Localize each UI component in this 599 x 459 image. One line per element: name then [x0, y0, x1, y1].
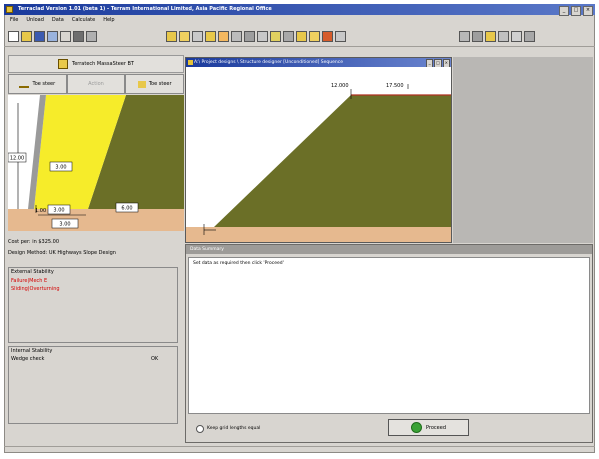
tab-action[interactable]: Action: [66, 74, 126, 94]
wedge-check-value: OK: [151, 356, 159, 362]
tab-toe-steer-1[interactable]: Toe steer: [8, 74, 67, 94]
drawing-window-title: A:\ Project designs \ Structure designer…: [186, 58, 451, 67]
svg-text:12.00: 12.00: [10, 156, 24, 162]
open-folder-icon[interactable]: [21, 31, 32, 42]
design-method-info: Design Method: UK Highways Slope Design: [8, 250, 116, 256]
app-icon: [6, 6, 13, 13]
section-drawing: 12.00 3.00 3.00 3.00 6.00 1.00: [8, 95, 184, 231]
save-icon[interactable]: [34, 31, 45, 42]
wall-icon[interactable]: [166, 31, 177, 42]
slope-icon: [19, 80, 30, 88]
keep-grid-equal-option[interactable]: Keep grid lengths equal: [196, 424, 260, 433]
layer-icon[interactable]: [205, 31, 216, 42]
arrow-icon[interactable]: [244, 31, 255, 42]
menu-help[interactable]: Help: [103, 15, 114, 25]
facing-icon[interactable]: [309, 31, 320, 42]
dim-bottom-left: 1.00: [35, 208, 46, 214]
measure-icon[interactable]: [231, 31, 242, 42]
status-bar: [4, 446, 595, 453]
tab-toe-steer-1-label: Toe steer: [32, 81, 56, 87]
external-line-1: Failure|Mech E: [11, 278, 48, 284]
wedge-check-label: Wedge check: [11, 356, 45, 362]
print-icon[interactable]: [60, 31, 71, 42]
preview-icon[interactable]: [73, 31, 84, 42]
menu-unload[interactable]: Unload: [26, 15, 44, 25]
tab-toe-steer-2[interactable]: Toe steer: [125, 74, 185, 94]
external-line-2: Sliding|Overturning: [11, 286, 60, 292]
drawing-window-controls: _ □ ×: [426, 59, 450, 68]
dim-mid: 3.00: [47, 204, 71, 215]
grid-icon[interactable]: [192, 31, 203, 42]
internal-stability-title: Internal Stability: [11, 348, 53, 354]
reinforcement-icon[interactable]: [296, 31, 307, 42]
proceed-button[interactable]: Proceed: [388, 419, 469, 436]
tab-action-label: Action: [88, 81, 104, 87]
dim-left-label: 12.000: [331, 83, 349, 89]
toolbar: [4, 25, 595, 47]
steer-icon: [137, 80, 146, 88]
menu-bar: File Unload Data Calculate Help: [4, 15, 595, 25]
left-tab-strip: Toe steer Action Toe steer: [8, 74, 185, 94]
green-light-icon: [410, 422, 422, 433]
calc-icon[interactable]: [459, 31, 470, 42]
steer-icon: [58, 59, 68, 69]
soil-icon[interactable]: [283, 31, 294, 42]
water-icon[interactable]: [257, 31, 268, 42]
foundation-layer: [186, 227, 451, 242]
slope-canvas[interactable]: 12.000 17.500: [186, 67, 451, 242]
tab-toe-steer-2-label: Toe steer: [148, 81, 172, 87]
svg-text:6.00: 6.00: [121, 206, 132, 212]
message-text: Set data as required then click 'Proceed…: [188, 257, 590, 414]
massasteer-label: Terratech MassaSteer BT: [72, 61, 134, 67]
graph-icon[interactable]: [511, 31, 522, 42]
window-title-bar: Terraclad Version 1.01 (beta 1) - Terram…: [4, 4, 595, 15]
dim-height: 12.00: [8, 152, 27, 163]
radio-button[interactable]: [196, 424, 204, 433]
massasteer-button[interactable]: Terratech MassaSteer BT: [8, 55, 184, 73]
table-icon[interactable]: [498, 31, 509, 42]
external-stability-title: External Stability: [11, 269, 54, 275]
document-icon: [188, 60, 193, 65]
proceed-label: Proceed: [425, 424, 446, 431]
new-file-icon[interactable]: [8, 31, 19, 42]
surcharge-icon[interactable]: [335, 31, 346, 42]
cost-info: Cost per: in $325.00: [8, 239, 60, 245]
external-stability-box: External Stability Failure|Mech E Slidin…: [8, 267, 178, 343]
svg-text:3.00: 3.00: [55, 165, 66, 171]
chart-icon[interactable]: [485, 31, 496, 42]
dim-right-label: 17.500: [386, 83, 404, 89]
svg-text:3.00: 3.00: [59, 222, 70, 228]
help-icon[interactable]: [524, 31, 535, 42]
svg-text:3.00: 3.00: [53, 208, 64, 214]
block-icon[interactable]: [179, 31, 190, 42]
menu-data[interactable]: Data: [52, 15, 64, 25]
workspace-background: [453, 57, 593, 243]
window-controls: _ □ ×: [559, 6, 593, 16]
dim-left-top: 3.00: [49, 161, 73, 172]
slope-icon[interactable]: [218, 31, 229, 42]
dim-bottom-right: 3.00: [51, 218, 79, 229]
copy-icon[interactable]: [47, 31, 58, 42]
seismic-icon[interactable]: [322, 31, 333, 42]
export-icon[interactable]: [86, 31, 97, 42]
menu-calculate[interactable]: Calculate: [72, 15, 95, 25]
load-icon[interactable]: [270, 31, 281, 42]
message-window-title: Data Summary: [186, 245, 592, 254]
dim-right: 6.00: [115, 202, 139, 213]
report-icon[interactable]: [472, 31, 483, 42]
keep-grid-equal-label: Keep grid lengths equal: [207, 426, 261, 431]
menu-file[interactable]: File: [10, 15, 18, 25]
internal-stability-box: Internal Stability Wedge check OK: [8, 346, 178, 424]
